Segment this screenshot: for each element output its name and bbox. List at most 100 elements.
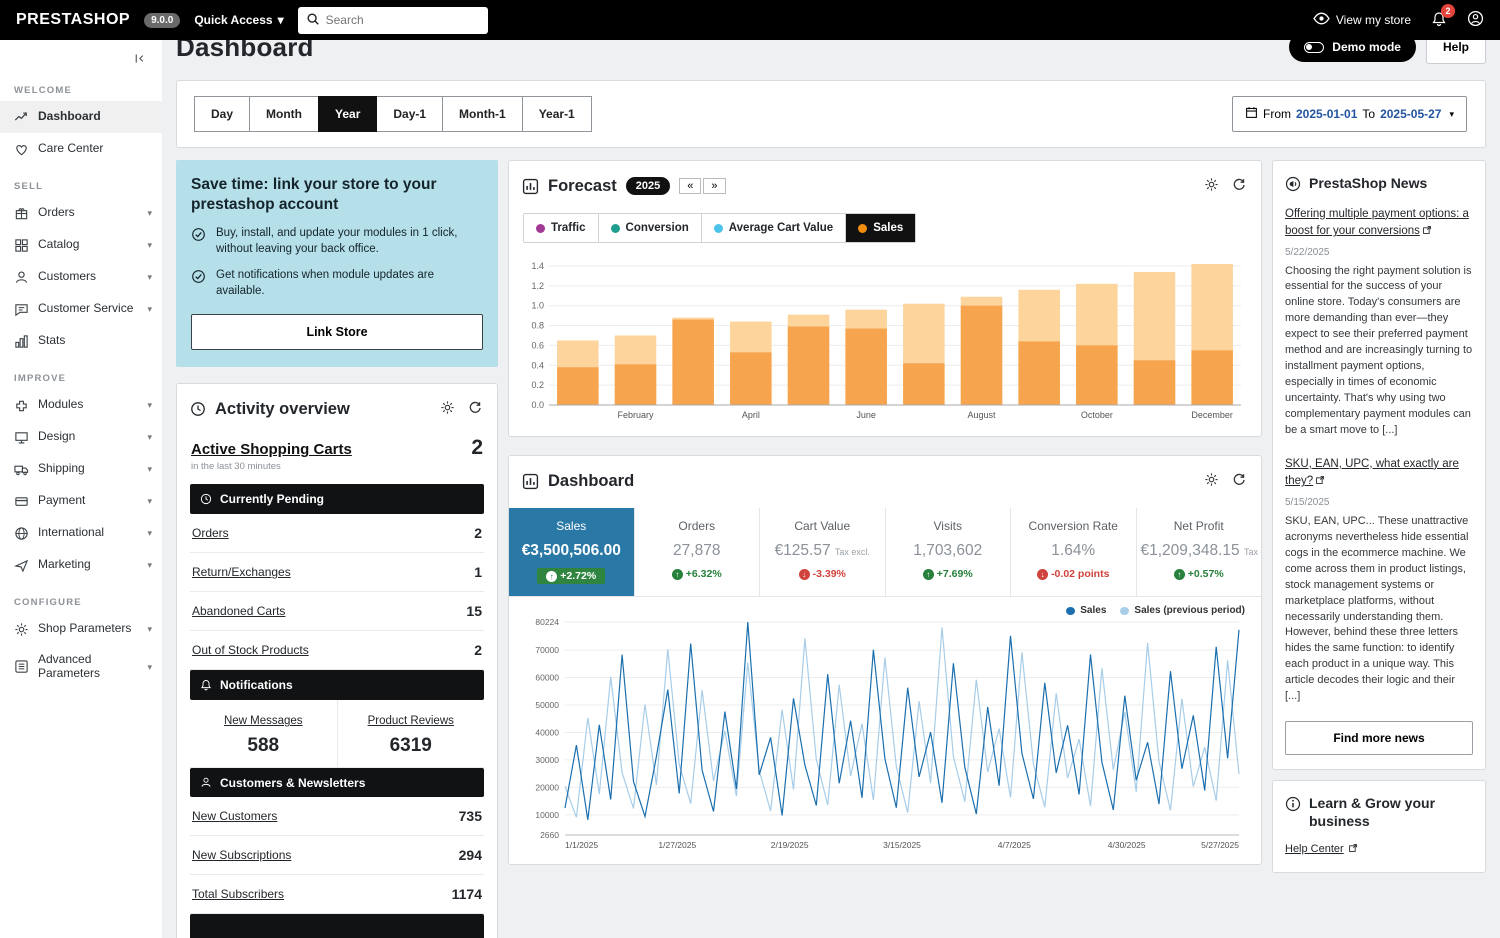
news-article-link[interactable]: Offering multiple payment options: a boo…: [1285, 208, 1469, 238]
help-center-label: Help Center: [1285, 843, 1344, 855]
quick-access-label: Quick Access: [194, 13, 272, 27]
date-range-picker[interactable]: From 2025-01-01 To 2025-05-27 ▾: [1232, 96, 1467, 132]
sidebar-item-international[interactable]: International▾: [0, 517, 162, 549]
view-store-link[interactable]: View my store: [1313, 10, 1411, 30]
gear-icon: [1204, 177, 1219, 195]
sidebar-item-shop-parameters[interactable]: Shop Parameters▾: [0, 613, 162, 645]
kpi-cart-value[interactable]: Cart Value€125.57 Tax excl.↓-3.39%: [759, 508, 885, 596]
activity-link-out-of-stock-products[interactable]: Out of Stock Products: [192, 643, 309, 657]
range-button-year-1[interactable]: Year-1: [522, 96, 592, 132]
activity-link-new-messages[interactable]: New Messages: [224, 715, 303, 727]
help-center-link[interactable]: Help Center: [1273, 843, 1370, 872]
find-more-news-button[interactable]: Find more news: [1285, 721, 1473, 755]
range-button-month-1[interactable]: Month-1: [442, 96, 523, 132]
active-shopping-carts-link[interactable]: Active Shopping Carts: [191, 441, 352, 458]
refresh-button[interactable]: [1230, 176, 1248, 197]
sidebar-item-catalog[interactable]: Catalog▾: [0, 229, 162, 261]
forecast-year-badge: 2025: [626, 177, 670, 195]
account-button[interactable]: [1467, 10, 1484, 30]
sidebar-collapse-button[interactable]: [0, 40, 162, 69]
svg-text:1/1/2025: 1/1/2025: [565, 840, 598, 850]
activity-link-new-customers[interactable]: New Customers: [192, 809, 277, 823]
sidebar-item-shipping[interactable]: Shipping▾: [0, 453, 162, 485]
range-button-day[interactable]: Day: [194, 96, 250, 132]
sidebar-item-care-center[interactable]: Care Center: [0, 133, 162, 165]
link-store-button[interactable]: Link Store: [191, 314, 483, 350]
activity-link-orders[interactable]: Orders: [192, 526, 229, 540]
kpi-orders[interactable]: Orders27,878↑+6.32%: [634, 508, 760, 596]
globe-icon: [14, 525, 30, 541]
notification-badge: 2: [1441, 4, 1455, 18]
activity-link-new-subscriptions[interactable]: New Subscriptions: [192, 848, 291, 862]
kpi-visits[interactable]: Visits1,703,602↑+7.69%: [885, 508, 1011, 596]
activity-link-product-reviews[interactable]: Product Reviews: [368, 715, 454, 727]
forecast-prev-button[interactable]: «: [679, 178, 701, 194]
search-input[interactable]: [326, 13, 480, 27]
brand-logo[interactable]: PRESTASHOP: [16, 11, 130, 29]
sidebar-item-dashboard[interactable]: Dashboard: [0, 101, 162, 133]
sidebar-item-marketing[interactable]: Marketing▾: [0, 549, 162, 581]
svg-text:April: April: [742, 410, 760, 420]
range-button-month[interactable]: Month: [249, 96, 319, 132]
dashboard-columns: Save time: link your store to your prest…: [176, 160, 1486, 938]
modules-icon: [14, 397, 30, 413]
notifications-button[interactable]: 2: [1431, 11, 1447, 30]
sidebar-item-orders[interactable]: Orders▾: [0, 197, 162, 229]
legend-item-sales[interactable]: Sales: [845, 214, 915, 242]
svg-text:1/27/2025: 1/27/2025: [658, 840, 696, 850]
sidebar-item-customers[interactable]: Customers▾: [0, 261, 162, 293]
payment-icon: [14, 493, 30, 509]
sidebar-section-label: CONFIGURE: [0, 581, 162, 613]
refresh-button[interactable]: [1230, 471, 1248, 492]
range-button-group: DayMonthYearDay-1Month-1Year-1: [195, 96, 592, 132]
activity-value: 15: [466, 603, 482, 619]
active-carts-value: 2: [471, 436, 483, 460]
megaphone-icon: [1285, 176, 1301, 192]
settings-gear-button[interactable]: [438, 398, 457, 420]
time-range-toolbar: DayMonthYearDay-1Month-1Year-1 From 2025…: [176, 80, 1486, 148]
svg-text:0.0: 0.0: [531, 400, 544, 410]
sidebar-item-label: Advanced Parameters: [38, 653, 139, 681]
settings-gear-button[interactable]: [1202, 470, 1221, 492]
news-article-link[interactable]: SKU, EAN, UPC, what exactly are they?: [1285, 458, 1459, 488]
sidebar-item-payment[interactable]: Payment▾: [0, 485, 162, 517]
svg-text:3/15/2025: 3/15/2025: [883, 840, 921, 850]
settings-gear-button[interactable]: [1202, 175, 1221, 197]
chevron-down-icon: ▾: [147, 400, 152, 410]
news-article: Offering multiple payment options: a boo…: [1273, 203, 1485, 453]
activity-section-label: Customers & Newsletters: [220, 776, 365, 790]
legend-item-conversion[interactable]: Conversion: [598, 214, 701, 242]
refresh-button[interactable]: [466, 399, 484, 420]
kpi-change: ↑+2.72%: [537, 568, 605, 584]
arrow-up-icon: ↑: [546, 571, 557, 582]
sidebar-item-stats[interactable]: Stats: [0, 325, 162, 357]
kpi-net-profit[interactable]: Net Profit€1,209,348.15 Tax excl.↑+0.57%: [1136, 508, 1262, 596]
legend-sales: Sales: [1066, 605, 1106, 616]
global-search[interactable]: [298, 7, 488, 34]
quick-access-menu[interactable]: Quick Access ▾: [194, 13, 283, 27]
legend-item-traffic[interactable]: Traffic: [524, 214, 598, 242]
kpi-conversion-rate[interactable]: Conversion Rate1.64%↓-0.02 points: [1010, 508, 1136, 596]
activity-value: 294: [459, 847, 482, 863]
sidebar-item-modules[interactable]: Modules▾: [0, 389, 162, 421]
legend-item-average-cart-value[interactable]: Average Cart Value: [701, 214, 845, 242]
range-button-day-1[interactable]: Day-1: [376, 96, 443, 132]
sidebar: WELCOMEDashboardCare CenterSELLOrders▾Ca…: [0, 40, 162, 938]
activity-link-total-subscribers[interactable]: Total Subscribers: [192, 887, 284, 901]
legend-dot: [611, 224, 620, 233]
arrow-up-icon: ↑: [923, 569, 934, 580]
version-badge: 9.0.0: [144, 13, 180, 28]
advanced-icon: [14, 659, 30, 675]
sidebar-item-customer-service[interactable]: Customer Service▾: [0, 293, 162, 325]
range-button-year[interactable]: Year: [318, 96, 377, 132]
activity-link-return-exchanges[interactable]: Return/Exchanges: [192, 565, 291, 579]
kpi-label: Sales: [513, 519, 630, 533]
sidebar-item-advanced-parameters[interactable]: Advanced Parameters▾: [0, 645, 162, 689]
svg-text:August: August: [967, 410, 996, 420]
forecast-next-button[interactable]: »: [703, 178, 725, 194]
sidebar-item-design[interactable]: Design▾: [0, 421, 162, 453]
activity-link-abandoned-carts[interactable]: Abandoned Carts: [192, 604, 285, 618]
news-articles: Offering multiple payment options: a boo…: [1273, 203, 1485, 720]
activity-panel-header: Activity overview: [177, 384, 497, 434]
kpi-sales[interactable]: Sales€3,500,506.00↑+2.72%: [509, 508, 634, 596]
